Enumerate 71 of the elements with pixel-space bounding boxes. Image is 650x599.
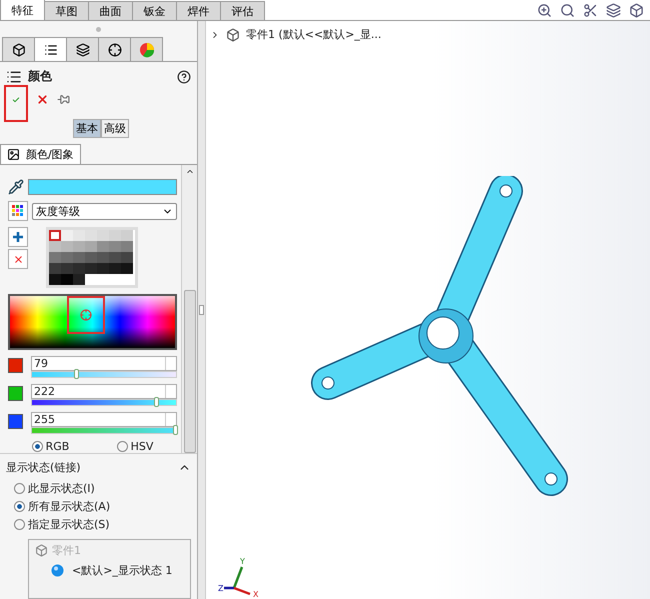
channel-swatch xyxy=(8,386,23,401)
scrollbar-thumb[interactable] xyxy=(184,290,196,453)
command-tab[interactable]: 评估 xyxy=(220,1,265,20)
command-tab[interactable]: 焊件 xyxy=(176,1,221,20)
slider-thumb[interactable] xyxy=(173,425,178,435)
crosshair-icon xyxy=(108,42,122,56)
value-field[interactable]: 222 xyxy=(31,384,177,399)
remove-color-icon[interactable] xyxy=(8,249,28,269)
handle-dot[interactable] xyxy=(96,26,101,32)
search-icon[interactable] xyxy=(560,3,575,18)
panel-tab[interactable] xyxy=(66,37,99,61)
eyedropper-icon[interactable] xyxy=(8,179,24,195)
layers-icon xyxy=(76,42,90,56)
radio-button[interactable] xyxy=(14,501,25,512)
channel-slider[interactable] xyxy=(31,399,177,406)
crosshair-icon xyxy=(80,309,92,321)
panel-tab[interactable] xyxy=(34,37,67,61)
slider-thumb[interactable] xyxy=(154,397,160,407)
radio-label[interactable]: HSV xyxy=(130,440,154,453)
radio-button[interactable] xyxy=(14,483,25,494)
part-icon xyxy=(226,28,240,42)
radio-button[interactable] xyxy=(14,519,25,530)
list-icon xyxy=(44,42,58,56)
command-tab[interactable]: 草图 xyxy=(44,1,89,20)
image-icon xyxy=(7,148,20,161)
palette-icon[interactable] xyxy=(8,201,28,221)
radio-label[interactable]: 此显示状态(I) xyxy=(28,481,95,496)
radio-label[interactable]: 所有显示状态(A) xyxy=(28,499,110,514)
panel-tab[interactable] xyxy=(2,37,35,61)
command-tab[interactable]: 特征 xyxy=(0,0,45,20)
list-icon xyxy=(6,68,22,84)
splitter-handle[interactable] xyxy=(199,305,204,315)
cancel-icon[interactable] xyxy=(36,93,49,106)
ok-button[interactable] xyxy=(4,85,28,122)
part-icon xyxy=(35,544,48,557)
channel-slider[interactable] xyxy=(31,427,177,434)
radio-button[interactable] xyxy=(32,441,43,452)
pin-icon[interactable] xyxy=(57,93,70,106)
part-name: 零件1 xyxy=(52,543,81,558)
radio-button[interactable] xyxy=(116,441,128,452)
mode-toggle[interactable]: 基本 xyxy=(73,119,101,138)
panel-tab[interactable] xyxy=(98,37,131,61)
grayscale-palette[interactable] xyxy=(46,227,138,288)
zoom-icon[interactable] xyxy=(537,3,552,18)
tree-label[interactable]: 零件1 (默认<<默认>_显... xyxy=(246,27,382,42)
state-name[interactable]: <默认>_显示状态 1 xyxy=(72,563,172,578)
color-wheel-icon xyxy=(138,42,154,58)
help-icon[interactable] xyxy=(177,70,191,84)
axis-triad-drawing: Y Z X xyxy=(218,555,262,597)
cube-icon xyxy=(12,42,26,56)
scissors-icon[interactable] xyxy=(583,3,598,18)
mode-toggle[interactable]: 高级 xyxy=(101,119,129,138)
add-color-icon[interactable] xyxy=(8,227,28,247)
command-tab[interactable]: 曲面 xyxy=(88,1,133,20)
sphere-icon xyxy=(51,564,64,577)
radio-label[interactable]: 指定显示状态(S) xyxy=(28,517,110,532)
channel-swatch xyxy=(8,358,23,373)
value-field[interactable]: 79 xyxy=(31,356,177,371)
radio-label[interactable]: RGB xyxy=(46,440,70,453)
color-spectrum[interactable] xyxy=(8,294,177,350)
palette-dropdown[interactable]: 灰度等级 xyxy=(32,202,177,220)
cube-icon[interactable] xyxy=(629,3,644,18)
slider-thumb[interactable] xyxy=(74,369,79,379)
value-field[interactable]: 255 xyxy=(31,412,177,427)
layers-icon[interactable] xyxy=(606,3,621,18)
channel-swatch xyxy=(8,414,23,429)
panel-title: 颜色 xyxy=(28,68,52,85)
channel-slider[interactable] xyxy=(31,371,177,378)
section-title: 显示状态(链接) xyxy=(6,460,81,475)
command-tab[interactable]: 钣金 xyxy=(132,1,177,20)
color-image-tab[interactable]: 颜色/图象 xyxy=(0,144,81,164)
